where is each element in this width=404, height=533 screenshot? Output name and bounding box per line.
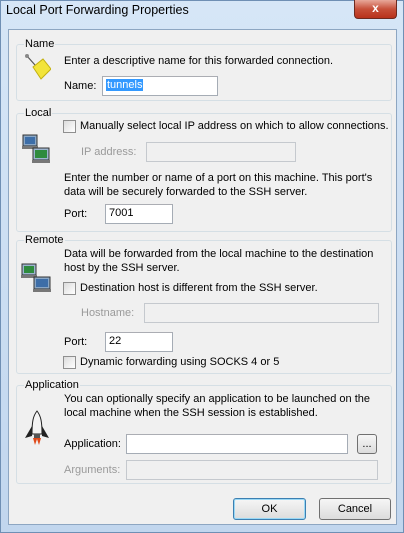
local-port-desc-2: data will be securely forwarded to the S… <box>64 186 308 198</box>
ip-address-label: IP address: <box>81 146 137 158</box>
remote-group: Remote Data will be forwarded from the l… <box>16 234 392 374</box>
local-port-label: Port: <box>64 208 88 220</box>
name-label: Name: <box>64 80 97 92</box>
ip-address-input[interactable] <box>146 142 296 162</box>
name-input[interactable]: tunnels <box>102 76 218 96</box>
local-group: Local Manually select local IP address o… <box>16 107 392 232</box>
name-group: Name Enter a descriptive name for this f… <box>16 38 392 101</box>
browse-button[interactable]: ... <box>357 434 377 454</box>
name-group-title: Name <box>24 38 56 50</box>
arguments-input[interactable] <box>126 460 378 480</box>
name-tag-icon <box>25 54 51 80</box>
cancel-button[interactable]: Cancel <box>319 498 391 520</box>
application-group-title: Application <box>24 379 80 391</box>
dest-host-checkbox[interactable] <box>63 282 76 295</box>
close-button[interactable]: x <box>354 0 397 19</box>
title-bar[interactable]: Local Port Forwarding Properties x <box>1 0 403 23</box>
socks-label: Dynamic forwarding using SOCKS 4 or 5 <box>80 356 280 368</box>
socks-checkbox[interactable] <box>63 356 76 369</box>
properties-dialog: Local Port Forwarding Properties x Name … <box>0 0 404 533</box>
local-computer-icon <box>22 134 50 163</box>
window-title: Local Port Forwarding Properties <box>6 3 189 17</box>
name-description: Enter a descriptive name for this forwar… <box>64 55 334 67</box>
dest-host-label: Destination host is different from the S… <box>80 282 318 294</box>
dialog-body: Name Enter a descriptive name for this f… <box>8 29 397 525</box>
remote-port-input[interactable]: 22 <box>105 332 173 352</box>
ok-button[interactable]: OK <box>233 498 306 520</box>
local-port-input[interactable]: 7001 <box>105 204 173 224</box>
hostname-label: Hostname: <box>81 307 135 319</box>
local-port-desc-1: Enter the number or name of a port on th… <box>64 172 373 184</box>
remote-group-title: Remote <box>24 234 65 246</box>
arguments-label: Arguments: <box>64 464 121 476</box>
application-desc-1: You can optionally specify an applicatio… <box>64 393 370 405</box>
name-input-value: tunnels <box>106 79 144 91</box>
remote-desc-2: host by the SSH server. <box>64 262 180 274</box>
remote-port-label: Port: <box>64 336 88 348</box>
remote-computer-icon <box>21 263 51 292</box>
manual-ip-checkbox[interactable] <box>63 120 76 133</box>
hostname-input[interactable] <box>144 303 379 323</box>
local-group-title: Local <box>24 107 53 119</box>
application-desc-2: local machine when the SSH session is es… <box>64 407 318 419</box>
remote-desc-1: Data will be forwarded from the local ma… <box>64 248 374 260</box>
application-group: Application You can optionally specify a… <box>16 379 392 484</box>
manual-ip-label: Manually select local IP address on whic… <box>80 120 389 132</box>
application-label: Application: <box>64 438 121 450</box>
application-input[interactable] <box>126 434 348 454</box>
shuttle-launch-icon <box>25 410 49 445</box>
